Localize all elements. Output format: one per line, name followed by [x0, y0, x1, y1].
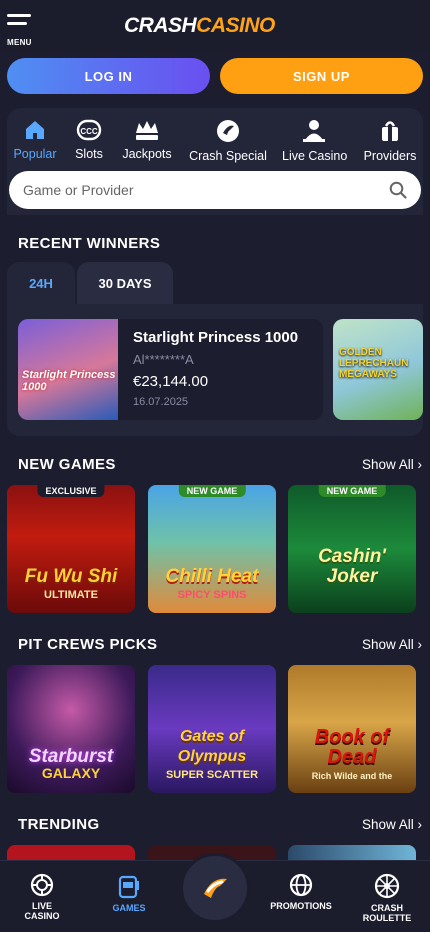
crash-logo-icon: [204, 878, 227, 898]
chevron-right-icon: ›: [417, 637, 423, 652]
bottom-nav: LIVE CASINO GAMES PROMOTIONS CRASH ROULE…: [0, 853, 430, 932]
tile-game-name: Starburst: [28, 746, 114, 767]
tile-game-sub: SPICY SPINS: [177, 589, 247, 601]
slot-machine-icon: [118, 875, 139, 899]
menu-button[interactable]: MENU: [7, 14, 35, 48]
pit-crews-title: PIT CREWS PICKS: [18, 636, 158, 653]
recent-winners-panel: 24H 30 DAYS Starlight Princess 1000 Star…: [7, 262, 423, 436]
login-button[interactable]: LOG IN: [7, 58, 210, 94]
pit-crews-show-all[interactable]: Show All ›: [362, 637, 422, 652]
winner-username: Al********A: [133, 352, 194, 367]
tile-game-sub: SUPER SCATTER: [165, 769, 259, 781]
chevron-right-icon: ›: [417, 457, 423, 472]
tab-24h[interactable]: 24H: [7, 262, 75, 304]
dealer-icon: [303, 120, 325, 142]
slot-machine-icon: CCC: [76, 119, 102, 141]
recent-winners-title: RECENT WINNERS: [18, 235, 161, 252]
tile-badge: EXCLUSIVE: [37, 485, 105, 497]
thumbnail-title: GOLDEN LEPRECHAUN MEGAWAYS: [339, 347, 409, 380]
search-icon[interactable]: [389, 181, 407, 199]
category-jackpots[interactable]: Jackpots: [119, 118, 175, 166]
tile-game-name: Cashin' Joker: [318, 546, 386, 587]
trending-title: TRENDING: [18, 816, 100, 833]
top-header: MENU CRASHCASINO: [0, 0, 430, 52]
tile-badge: NEW GAME: [318, 485, 386, 497]
show-all-label: Show All: [361, 637, 414, 652]
tile-game-sub: Rich Wilde and the: [311, 771, 393, 781]
tab-30-days[interactable]: 30 DAYS: [77, 262, 173, 304]
category-label: Jackpots: [122, 147, 172, 161]
winner-amount: €23,144.00: [133, 373, 209, 390]
casino-chip-icon: [30, 873, 54, 897]
tile-game-name: Chilli Heat: [165, 566, 259, 587]
category-label: Crash Special: [189, 149, 267, 163]
menu-label: MENU: [7, 38, 32, 47]
show-all-label: Show All: [361, 457, 414, 472]
category-crash-special[interactable]: Crash Special: [189, 118, 267, 166]
category-nav: Popular CCC Slots Jackpots Crash Special…: [7, 108, 423, 168]
thumbnail-title: Starlight Princess 1000: [22, 369, 116, 393]
winner-card-next[interactable]: GOLDEN LEPRECHAUN MEGAWAYS: [333, 319, 423, 420]
category-label: Live Casino: [282, 149, 348, 163]
signup-button[interactable]: SIGN UP: [220, 58, 423, 94]
home-icon: [26, 121, 44, 139]
trending-show-all[interactable]: Show All ›: [362, 817, 422, 832]
category-popular[interactable]: Popular: [13, 118, 57, 166]
roulette-wheel-icon: [374, 873, 400, 899]
search-input[interactable]: [23, 171, 383, 209]
globe-icon: [289, 873, 313, 897]
brand-logo[interactable]: CRASHCASINO: [124, 14, 275, 38]
game-tile-book-of-dead[interactable]: Book of Dead Rich Wilde and the: [288, 665, 416, 793]
page: MENU CRASHCASINO LOG IN SIGN UP Popular …: [0, 0, 430, 932]
winner-date: 16.07.2025: [133, 396, 189, 408]
crash-center-button[interactable]: [180, 853, 250, 923]
nav-label: PROMOTIONS: [270, 901, 332, 911]
tile-game-sub: GALAXY: [41, 765, 101, 781]
nav-label: LIVE CASINO: [24, 901, 60, 921]
providers-icon: [382, 121, 398, 141]
category-live-casino[interactable]: Live Casino: [282, 118, 348, 166]
new-games-title: NEW GAMES: [18, 456, 116, 473]
nav-games[interactable]: GAMES: [106, 873, 152, 913]
tile-badge: NEW GAME: [178, 485, 246, 497]
game-tile-gates-of-olympus[interactable]: Gates of Olympus SUPER SCATTER: [148, 665, 276, 793]
category-label: Slots: [75, 147, 103, 161]
svg-text:CCC: CCC: [80, 127, 98, 136]
menu-icon-bar: [7, 22, 27, 25]
nav-promotions[interactable]: PROMOTIONS: [268, 873, 334, 911]
search-panel: [7, 168, 423, 215]
nav-crash-roulette[interactable]: CRASH ROULETTE: [360, 873, 414, 923]
logo-casino: CASINO: [196, 14, 275, 37]
game-tile-fu-wu-shi[interactable]: EXCLUSIVE Fu Wu Shi ULTIMATE: [7, 485, 135, 613]
tile-game-name: Fu Wu Shi: [24, 566, 118, 587]
chevron-right-icon: ›: [417, 817, 423, 832]
nav-live-casino[interactable]: LIVE CASINO: [18, 873, 66, 921]
winner-card[interactable]: Starlight Princess 1000 Starlight Prince…: [18, 319, 323, 420]
category-label: Providers: [363, 149, 417, 163]
category-slots[interactable]: CCC Slots: [71, 118, 107, 166]
crash-logo-icon: [217, 120, 239, 142]
menu-icon: [7, 14, 31, 17]
tile-game-sub: ULTIMATE: [44, 589, 98, 601]
nav-label: CRASH ROULETTE: [362, 903, 412, 923]
category-providers[interactable]: Providers: [362, 118, 418, 166]
show-all-label: Show All: [361, 817, 414, 832]
winner-game-name: Starlight Princess 1000: [133, 329, 299, 346]
game-tile-chilli-heat[interactable]: NEW GAME Chilli Heat SPICY SPINS: [148, 485, 276, 613]
logo-crash: CRASH: [124, 14, 197, 37]
tile-game-name: Gates of Olympus: [177, 728, 247, 765]
nav-label: GAMES: [112, 903, 146, 913]
new-games-show-all[interactable]: Show All ›: [362, 457, 422, 472]
category-label: Popular: [13, 147, 57, 161]
tile-game-name: Book of Dead: [314, 726, 390, 768]
game-tile-cashin-joker[interactable]: NEW GAME Cashin' Joker: [288, 485, 416, 613]
jackpot-crown-icon: [136, 121, 158, 140]
search-box: [9, 171, 421, 209]
game-tile-starburst-galaxy[interactable]: Starburst GALAXY: [7, 665, 135, 793]
winners-tabs: 24H 30 DAYS: [7, 262, 423, 304]
winner-game-thumbnail: Starlight Princess 1000: [18, 319, 118, 420]
